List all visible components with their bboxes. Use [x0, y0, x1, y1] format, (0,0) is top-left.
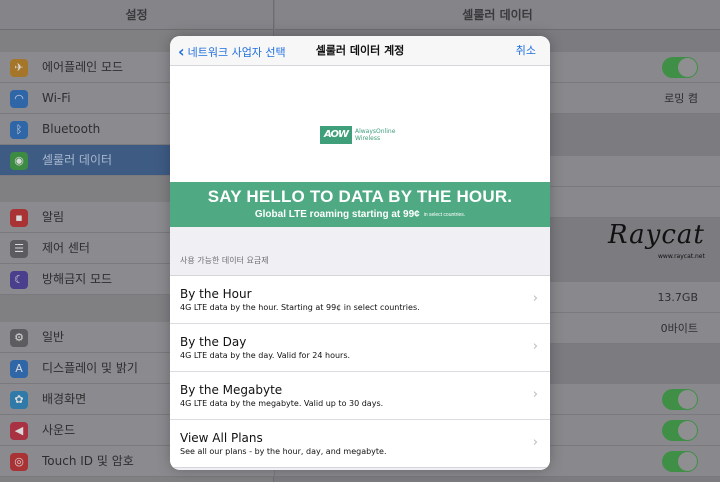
plan-title: By the Day: [180, 335, 247, 349]
plan-view-all[interactable]: View All Plans See all our plans - by th…: [170, 420, 550, 468]
logo-mark: AOW: [320, 126, 352, 144]
roaming-status: 로밍 켬: [664, 92, 698, 105]
plan-description: 4G LTE data by the megabyte. Valid up to…: [180, 399, 384, 408]
promo-banner: SAY HELLO TO DATA BY THE HOUR. Global LT…: [170, 182, 550, 227]
notifications-icon: ▪: [10, 209, 28, 227]
carrier-promo: AOW AlwaysOnline Wireless SAY HELLO TO D…: [170, 66, 550, 227]
chevron-right-icon: ›: [532, 435, 538, 450]
fingerprint-icon: ◎: [10, 453, 28, 471]
plans-section-header: 사용 가능한 데이터 요금제: [180, 256, 269, 265]
carrier-logo: AOW AlwaysOnline Wireless: [320, 126, 395, 144]
plan-list: By the Hour 4G LTE data by the hour. Sta…: [170, 275, 550, 468]
plan-title: View All Plans: [180, 431, 263, 445]
back-button-label: 네트워크 사업자 선택: [187, 46, 286, 59]
sound-icon: ◀: [10, 422, 28, 440]
raycat-watermark: Raycat www.raycat.net: [608, 220, 712, 264]
cellular-data-toggle[interactable]: [662, 57, 698, 78]
moon-icon: ☾: [10, 271, 28, 289]
app-cellular-toggle[interactable]: [662, 420, 698, 441]
logo-text: AlwaysOnline Wireless: [355, 128, 396, 142]
plan-description: 4G LTE data by the hour. Starting at 99¢…: [180, 303, 420, 312]
banner-fine-print: in select countries.: [423, 212, 466, 218]
gear-icon: ⚙: [10, 329, 28, 347]
plan-description: See all our plans - by the hour, day, an…: [180, 447, 387, 456]
wallpaper-icon: ✿: [10, 391, 28, 409]
cancel-button[interactable]: 취소: [516, 36, 536, 66]
chevron-right-icon: ›: [532, 291, 538, 306]
plan-title: By the Megabyte: [180, 383, 283, 397]
chevron-left-icon: ‹: [178, 42, 185, 61]
plan-by-the-megabyte[interactable]: By the Megabyte 4G LTE data by the megab…: [170, 372, 550, 420]
plan-description: 4G LTE data by the day. Valid for 24 hou…: [180, 351, 351, 360]
control-center-icon: ☰: [10, 240, 28, 258]
banner-subline: Global LTE roaming starting at 99¢ in sel…: [254, 209, 466, 220]
usage-roaming-value: 0바이트: [660, 322, 698, 335]
usage-current-value: 13.7GB: [657, 291, 698, 304]
cellular-icon: ◉: [10, 152, 28, 170]
plan-by-the-day[interactable]: By the Day 4G LTE data by the day. Valid…: [170, 324, 550, 372]
chevron-right-icon: ›: [532, 387, 538, 402]
display-icon: A: [10, 360, 28, 378]
app-cellular-toggle[interactable]: [662, 389, 698, 410]
wifi-icon: ◠: [10, 90, 28, 108]
sidebar-title: 설정: [0, 0, 273, 30]
sheet-navbar: ‹ 네트워크 사업자 선택 셀룰러 데이터 계정 취소: [170, 36, 550, 66]
bluetooth-icon: ᛒ: [10, 121, 28, 139]
airplane-icon: ✈: [10, 59, 28, 77]
back-button[interactable]: ‹ 네트워크 사업자 선택: [178, 36, 286, 66]
watermark-url: www.raycat.net: [658, 253, 705, 260]
cellular-data-account-sheet: ‹ 네트워크 사업자 선택 셀룰러 데이터 계정 취소 AOW AlwaysOnl…: [170, 36, 550, 470]
chevron-right-icon: ›: [532, 339, 538, 354]
watermark-word: Raycat: [608, 220, 705, 250]
plan-title: By the Hour: [180, 287, 252, 301]
banner-headline: SAY HELLO TO DATA BY THE HOUR.: [207, 187, 513, 206]
plan-by-the-hour[interactable]: By the Hour 4G LTE data by the hour. Sta…: [170, 276, 550, 324]
cellular-pane-title: 셀룰러 데이터: [275, 0, 720, 30]
app-cellular-toggle[interactable]: [662, 451, 698, 472]
